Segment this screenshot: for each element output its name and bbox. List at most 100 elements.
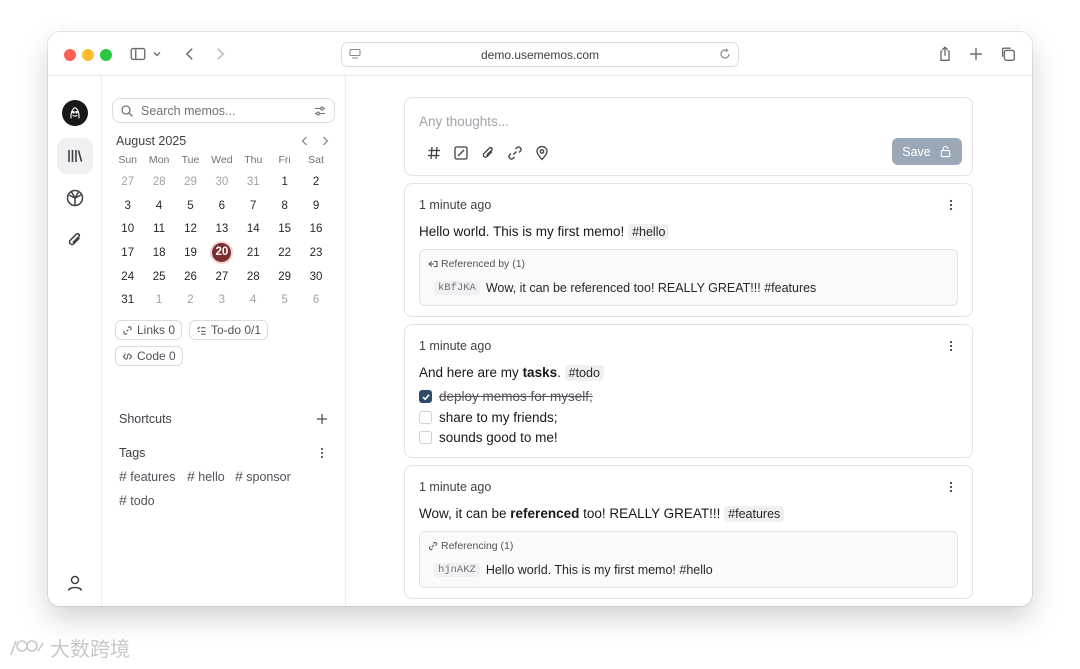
calendar-day[interactable]: 17 (112, 247, 143, 259)
tags-menu-icon[interactable] (315, 446, 329, 460)
calendar-day[interactable]: 3 (206, 294, 237, 306)
calendar-day[interactable]: 18 (143, 247, 174, 259)
task-label: share to my friends; (439, 410, 558, 425)
calendar-day[interactable]: 19 (175, 247, 206, 259)
calendar-day[interactable]: 28 (238, 271, 269, 283)
memo-text: too! REALLY GREAT!!! (579, 506, 721, 521)
resources-nav-button[interactable] (57, 222, 93, 258)
memo-text: Hello world. This is my first memo! (419, 224, 625, 239)
calendar-day[interactable]: 2 (175, 294, 206, 306)
reference-text: Wow, it can be referenced too! REALLY GR… (485, 281, 817, 295)
calendar-day[interactable]: 27 (112, 176, 143, 188)
zoom-window-button[interactable] (100, 49, 112, 61)
calendar-day[interactable]: 26 (175, 271, 206, 283)
task-checkbox[interactable] (419, 390, 432, 403)
tag-item[interactable]: # sponsor (235, 468, 291, 484)
calendar-day[interactable]: 29 (175, 176, 206, 188)
forward-icon[interactable] (210, 44, 230, 64)
calendar-day[interactable]: 13 (206, 223, 237, 235)
more-options-icon[interactable] (944, 198, 958, 212)
add-shortcut-icon[interactable] (315, 412, 329, 426)
memo-hashtag[interactable]: #hello (628, 224, 670, 240)
prev-month-icon[interactable] (298, 134, 312, 148)
lock-icon (939, 145, 952, 158)
new-tab-icon[interactable] (966, 44, 986, 64)
calendar-day[interactable]: 24 (112, 271, 143, 283)
url-text: demo.usememos.com (480, 48, 600, 62)
calendar-day[interactable]: 30 (300, 271, 331, 283)
reload-icon[interactable] (718, 47, 732, 61)
chevron-down-icon[interactable] (151, 44, 163, 64)
tag-item[interactable]: # features (119, 468, 175, 484)
checkbox-icon[interactable] (452, 144, 470, 162)
calendar-day[interactable]: 23 (300, 247, 331, 259)
reference-item[interactable]: hjnAKZ Hello world. This is my first mem… (434, 563, 713, 577)
memos-nav-button[interactable] (57, 138, 93, 174)
address-bar[interactable]: demo.usememos.com (341, 42, 739, 67)
calendar-day[interactable]: 31 (112, 294, 143, 306)
tag-item[interactable]: # todo (119, 492, 155, 508)
close-window-button[interactable] (64, 49, 76, 61)
todo-stat-chip[interactable]: To-do 0/1 (189, 320, 269, 340)
calendar-day[interactable]: 29 (269, 271, 300, 283)
profile-nav-button[interactable] (57, 565, 93, 601)
explore-nav-button[interactable] (57, 180, 93, 216)
calendar-day[interactable]: 11 (143, 223, 174, 235)
more-options-icon[interactable] (944, 480, 958, 494)
share-icon[interactable] (935, 44, 955, 64)
tag-item[interactable]: # hello (187, 468, 225, 484)
location-pin-icon[interactable] (533, 144, 551, 162)
minimize-window-button[interactable] (82, 49, 94, 61)
next-month-icon[interactable] (318, 134, 332, 148)
weekday-label: Fri (278, 154, 291, 166)
calendar-day[interactable]: 31 (238, 176, 269, 188)
link-icon (428, 541, 438, 551)
calendar-day[interactable]: 5 (175, 200, 206, 212)
more-options-icon[interactable] (944, 339, 958, 353)
app-logo[interactable] (62, 100, 88, 126)
browser-toolbar: demo.usememos.com (48, 32, 1032, 76)
calendar-day[interactable]: 4 (238, 294, 269, 306)
reference-item[interactable]: kBfJKA Wow, it can be referenced too! RE… (434, 281, 816, 295)
calendar-day[interactable]: 6 (206, 200, 237, 212)
calendar-day[interactable]: 1 (143, 294, 174, 306)
calendar-day[interactable]: 4 (143, 200, 174, 212)
filter-settings-icon[interactable] (313, 104, 327, 118)
calendar-day[interactable]: 7 (238, 200, 269, 212)
calendar-week: 3 4 5 6 7 8 9 (112, 194, 338, 218)
calendar-day[interactable]: 30 (206, 176, 237, 188)
calendar-day[interactable]: 28 (143, 176, 174, 188)
paperclip-icon[interactable] (479, 144, 497, 162)
tab-overview-icon[interactable] (998, 44, 1018, 64)
calendar-day[interactable]: 16 (300, 223, 331, 235)
save-button[interactable]: Save (892, 138, 962, 165)
memo-editor[interactable]: Any thoughts... Save (404, 97, 973, 176)
hashtag-icon[interactable] (425, 144, 443, 162)
link-icon[interactable] (506, 144, 524, 162)
calendar-day[interactable]: 3 (112, 200, 143, 212)
calendar-day[interactable]: 1 (269, 176, 300, 188)
calendar-day[interactable]: 12 (175, 223, 206, 235)
memo-hashtag[interactable]: #todo (564, 365, 604, 381)
calendar-day[interactable]: 15 (269, 223, 300, 235)
sidebar-toggle-icon[interactable] (128, 44, 148, 64)
calendar-day[interactable]: 6 (300, 294, 331, 306)
memo-hashtag[interactable]: #features (724, 506, 785, 522)
task-checkbox[interactable] (419, 411, 432, 424)
calendar-day[interactable]: 22 (269, 247, 300, 259)
code-stat-chip[interactable]: Code 0 (115, 346, 183, 366)
links-stat-chip[interactable]: Links 0 (115, 320, 183, 340)
calendar-day[interactable]: 25 (143, 271, 174, 283)
calendar-day[interactable]: 10 (112, 223, 143, 235)
calendar-day[interactable]: 27 (206, 271, 237, 283)
calendar-day[interactable]: 2 (300, 176, 331, 188)
calendar-day[interactable]: 8 (269, 200, 300, 212)
search-input[interactable]: Search memos... (112, 98, 335, 123)
task-checkbox[interactable] (419, 431, 432, 444)
calendar-day[interactable]: 5 (269, 294, 300, 306)
calendar-day[interactable]: 21 (238, 247, 269, 259)
calendar-day-today[interactable]: 20 (206, 243, 237, 263)
back-icon[interactable] (180, 44, 200, 64)
calendar-day[interactable]: 14 (238, 223, 269, 235)
calendar-day[interactable]: 9 (300, 200, 331, 212)
